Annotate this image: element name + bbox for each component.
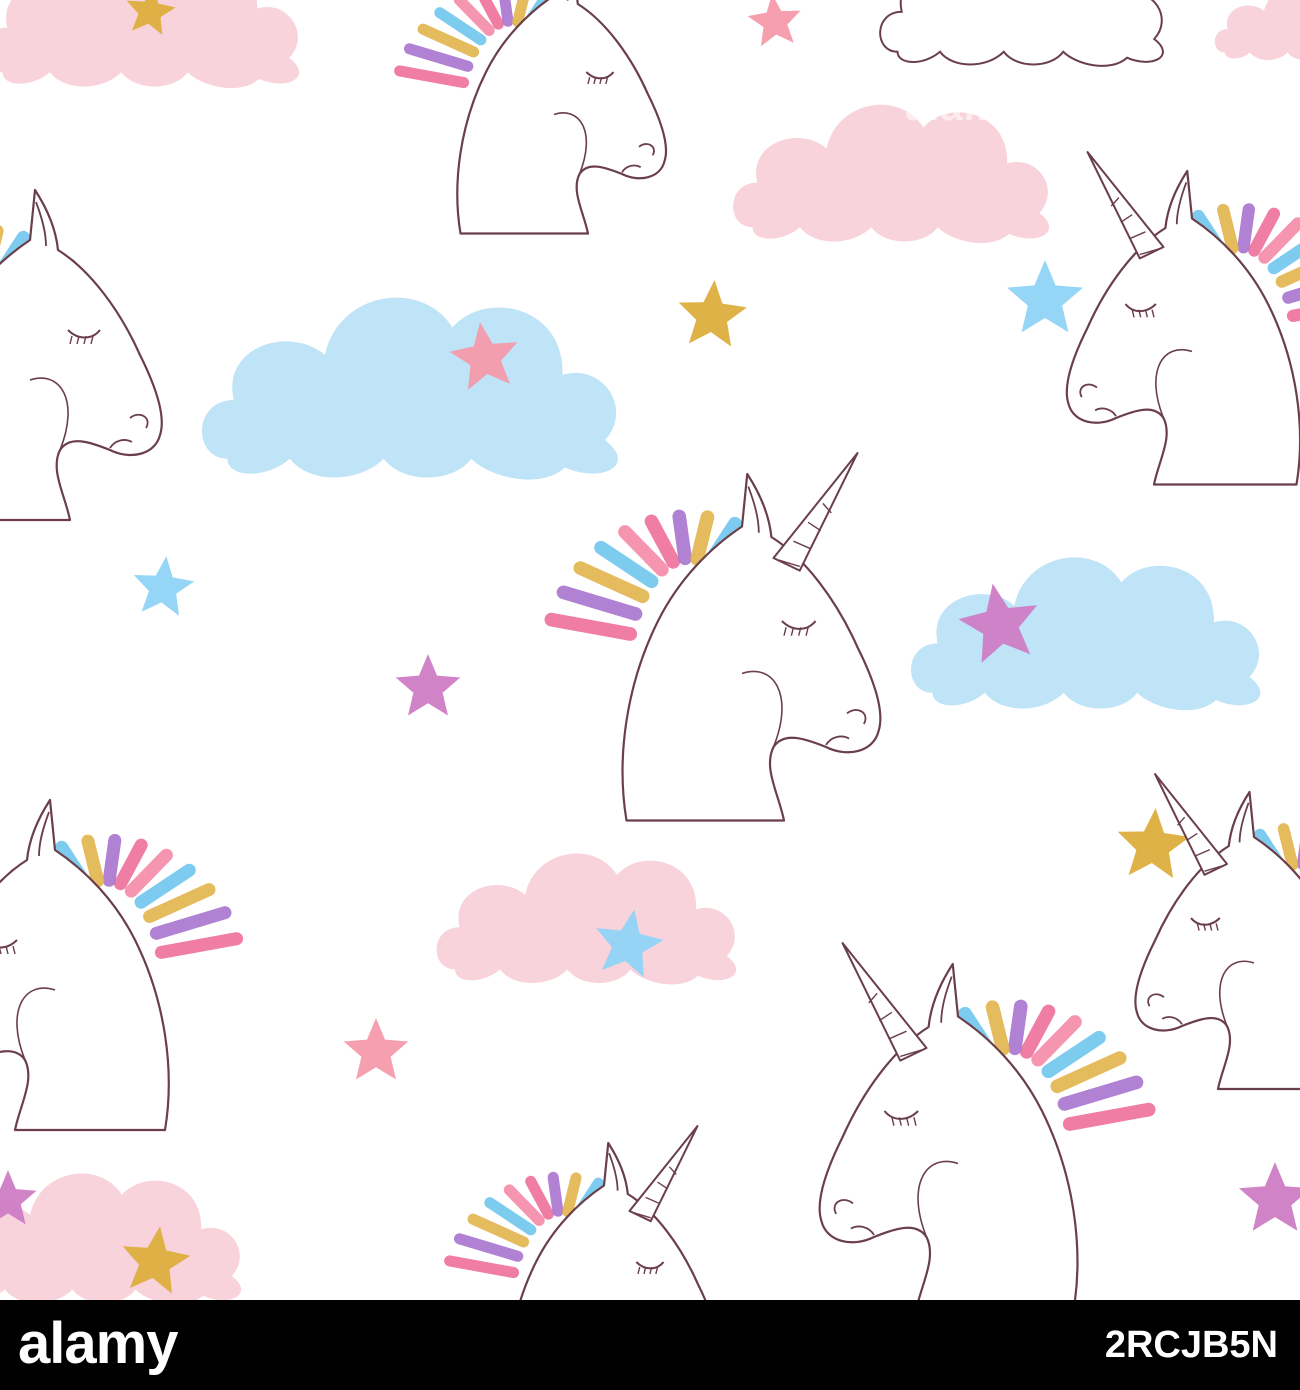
cloud-icon	[436, 853, 737, 985]
unicorn-head-icon	[0, 188, 163, 522]
cloud-icon	[1214, 0, 1300, 60]
star-icon	[395, 654, 461, 716]
horn-icon	[841, 942, 928, 1062]
star-icon	[343, 1018, 409, 1080]
star-icon	[747, 0, 801, 47]
image-code: 2RCJB5N	[1104, 1324, 1278, 1366]
star-icon	[1007, 260, 1083, 333]
unicorn-head-icon	[444, 1124, 707, 1300]
horn-icon	[628, 1124, 699, 1223]
cloud-icon	[911, 557, 1261, 711]
watermark: alamy	[905, 85, 1024, 129]
star-icon	[678, 280, 747, 347]
horn-icon	[1086, 150, 1165, 260]
footer-logo: alamy	[18, 1311, 178, 1376]
cloud-icon	[201, 297, 618, 480]
star-icon	[1238, 1162, 1300, 1231]
unicorn-pattern	[0, 0, 1300, 1300]
unicorn-head-icon	[0, 798, 244, 1132]
unicorn-head-icon	[544, 452, 882, 822]
unicorn-head-icon	[818, 942, 1156, 1300]
stock-footer-bar: alamy 2RCJB5N	[0, 1300, 1300, 1390]
pattern-image: alamy	[0, 0, 1300, 1300]
cloud-icon	[879, 0, 1164, 67]
cloud-icon	[0, 1173, 242, 1300]
star-icon	[133, 556, 195, 616]
unicorn-head-icon	[1065, 150, 1300, 486]
horn-icon	[772, 452, 859, 572]
unicorn-head-icon	[394, 0, 668, 235]
